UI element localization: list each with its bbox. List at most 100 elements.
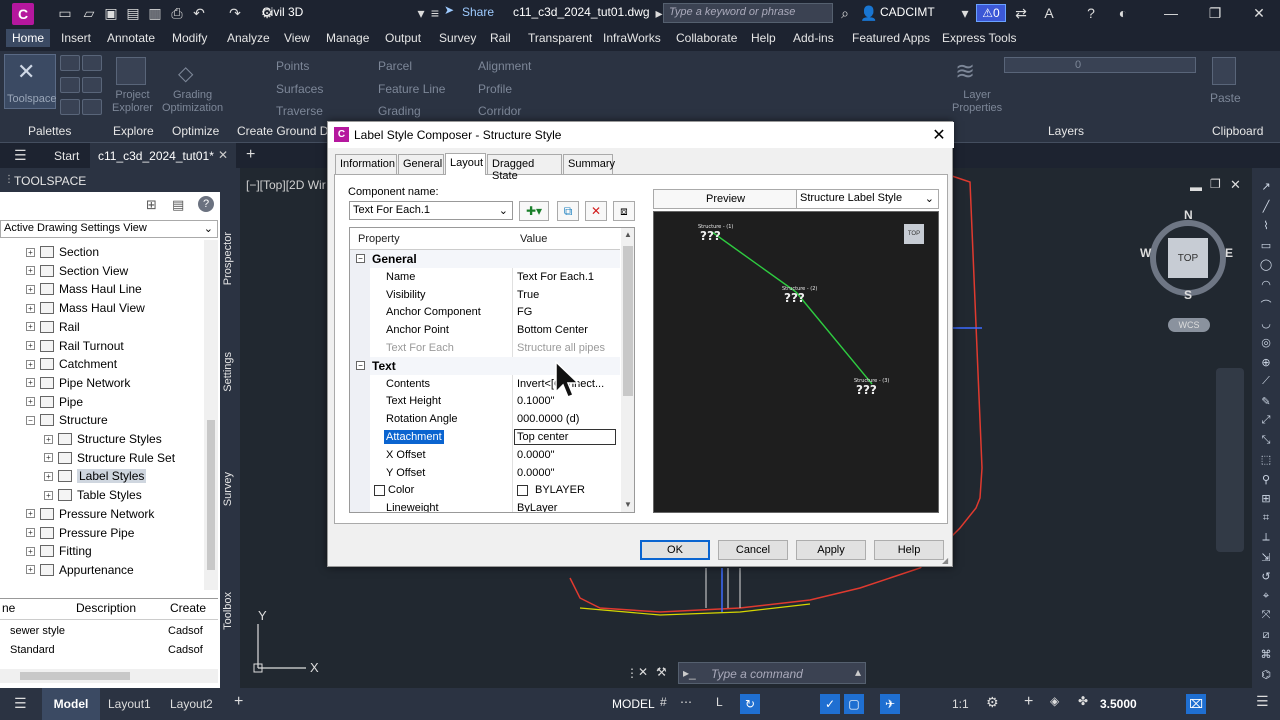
new-file-icon[interactable]: ▭ — [56, 4, 74, 22]
minimize-button[interactable]: — — [1156, 3, 1186, 23]
vtab-settings[interactable]: Settings — [222, 352, 234, 392]
copy-component-button[interactable]: ⧉ — [557, 201, 579, 221]
tree-scrollbar[interactable] — [204, 240, 218, 590]
draw-tool-icon[interactable]: ⤡ — [1258, 434, 1274, 448]
tree-item[interactable]: + Pipe — [26, 393, 83, 411]
app-logo[interactable]: C — [12, 3, 34, 25]
draw-tool-icon[interactable]: ⌇ — [1258, 219, 1274, 233]
property-category[interactable]: − General — [350, 250, 620, 268]
profile-menu[interactable]: Profile — [478, 82, 512, 96]
elevation-value[interactable]: 3.5000 — [1100, 697, 1137, 711]
property-column-header[interactable]: Property — [358, 233, 400, 245]
expand-icon[interactable]: + — [26, 341, 35, 350]
ok-button[interactable]: OK — [640, 540, 710, 560]
table-header-description[interactable]: Description — [76, 601, 136, 615]
navigation-bar[interactable] — [1216, 368, 1244, 552]
file-tab[interactable]: c11_c3d_2024_tut01* ✕ — [90, 143, 236, 168]
parcel-menu[interactable]: Parcel — [378, 59, 412, 73]
model-tab[interactable]: Model — [42, 688, 100, 720]
draw-tool-icon[interactable]: ⌗ — [1258, 512, 1274, 526]
draw-tool-icon[interactable]: ◎ — [1258, 336, 1274, 350]
clipboard-icon[interactable] — [1212, 57, 1236, 85]
tab-infraworks[interactable]: InfraWorks — [603, 31, 661, 45]
settings-icon[interactable] — [82, 55, 102, 71]
prospector-icon[interactable] — [60, 55, 80, 71]
scroll-thumb[interactable] — [20, 672, 130, 680]
draw-tool-icon[interactable]: ⧄ — [1258, 629, 1274, 643]
survey-icon[interactable] — [60, 77, 80, 93]
scroll-thumb[interactable] — [623, 246, 633, 396]
wrench-icon[interactable]: ⚒ — [656, 665, 667, 679]
delete-component-button[interactable]: ✕ — [585, 201, 607, 221]
compass-south[interactable]: S — [1184, 288, 1192, 302]
chevron-down-icon[interactable]: ▾ — [956, 4, 974, 22]
menu-icon[interactable]: ☰ — [14, 147, 27, 164]
customize-icon[interactable]: ☰ — [1256, 693, 1269, 710]
viewport-minimize-icon[interactable]: ▬ — [1190, 180, 1202, 194]
property-row[interactable]: Y Offset 0.0000" — [350, 463, 620, 482]
print-icon[interactable]: ⎙ — [168, 4, 186, 22]
layer-dropdown[interactable]: 0 — [1004, 57, 1196, 73]
table-header-created[interactable]: Create — [170, 601, 206, 615]
command-input[interactable]: ▸_ Type a command ▴ — [678, 662, 866, 684]
add-tab-icon[interactable]: + — [246, 146, 255, 164]
tree-item[interactable]: + Mass Haul Line — [26, 280, 142, 298]
help-icon[interactable]: ? — [198, 196, 214, 212]
maximize-button[interactable]: ❐ — [1200, 3, 1230, 23]
panel-icon[interactable] — [82, 99, 102, 115]
surfaces-menu[interactable]: Surfaces — [276, 82, 323, 96]
grip-icon[interactable]: ⋮ — [4, 174, 14, 185]
tree-item[interactable]: + Pipe Network — [26, 374, 130, 392]
tree-item[interactable]: + Structure Styles — [44, 430, 162, 448]
table-row-created[interactable]: Cadsof — [168, 644, 203, 656]
learning-icon[interactable]: ◐ — [1114, 4, 1132, 22]
draw-tool-icon[interactable]: ↗ — [1258, 180, 1274, 194]
property-value[interactable]: 0.0000" — [517, 449, 555, 461]
undo-icon[interactable]: ↶ — [190, 4, 208, 22]
viewcube[interactable]: TOP N S E W WCS — [1136, 208, 1244, 338]
draw-tool-icon[interactable]: ↺ — [1258, 570, 1274, 584]
compass-north[interactable]: N — [1184, 208, 1193, 222]
menu-icon[interactable]: ☰ — [14, 695, 27, 712]
layout2-tab[interactable]: Layout2 — [170, 697, 213, 711]
draw-tool-icon[interactable]: ▭ — [1258, 239, 1274, 253]
draw-tool-icon[interactable]: ⌘ — [1258, 648, 1274, 662]
property-row[interactable]: Visibility True — [350, 285, 620, 304]
table-hscrollbar[interactable] — [0, 669, 218, 683]
draw-tool-icon[interactable]: ◡ — [1258, 317, 1274, 331]
dialog-tab-general[interactable]: General — [398, 154, 444, 174]
expand-icon[interactable]: + — [26, 359, 35, 369]
tab-manage[interactable]: Manage — [326, 31, 369, 45]
property-scrollbar[interactable]: ▲ ▼ — [621, 228, 634, 512]
property-row[interactable]: Anchor Component FG — [350, 303, 620, 322]
layout1-tab[interactable]: Layout1 — [108, 697, 151, 711]
draw-tool-icon[interactable]: ⟋ — [1258, 375, 1274, 389]
tab-view[interactable]: View — [284, 31, 310, 45]
annotation-scale[interactable]: 1:1 — [952, 697, 969, 711]
vtab-toolbox[interactable]: Toolbox — [222, 592, 234, 630]
layers-icon[interactable]: ≋ — [955, 57, 989, 87]
draw-tool-icon[interactable]: ⌒ — [1258, 297, 1274, 312]
preview-viewcube[interactable]: TOP — [904, 224, 924, 244]
expand-icon[interactable]: + — [26, 565, 35, 575]
close-icon[interactable]: ✕ — [638, 665, 648, 679]
vtab-prospector[interactable]: Prospector — [222, 232, 234, 285]
preview-canvas[interactable]: Structure - (1) ??? Structure - (2) ??? … — [653, 211, 939, 513]
tree-item[interactable]: + Structure Rule Set — [44, 449, 175, 467]
points-menu[interactable]: Points — [276, 59, 309, 73]
preview-style-select[interactable]: Structure Label Style ⌄ — [796, 190, 938, 208]
project-explorer-label[interactable]: Project Explorer — [112, 89, 153, 115]
viewport-close-icon[interactable]: ✕ — [1230, 177, 1241, 193]
property-row[interactable]: Name Text For Each.1 — [350, 267, 620, 286]
customize-quickaccess-icon[interactable]: ≡ — [426, 4, 444, 22]
draw-tool-icon[interactable]: ⟂ — [1258, 531, 1274, 545]
table-row-name[interactable]: sewer style — [10, 625, 65, 637]
tree-item[interactable]: + Table Styles — [44, 486, 142, 504]
property-value[interactable]: Structure all pipes — [517, 342, 605, 354]
expand-icon[interactable]: + — [44, 490, 53, 500]
workspace-selector[interactable]: Civil 3D — [262, 5, 303, 19]
cart-icon[interactable]: ⇄ — [1012, 4, 1030, 22]
tab-annotate[interactable]: Annotate — [107, 31, 155, 45]
component-name-select[interactable]: Text For Each.1 ⌄ — [349, 201, 513, 220]
start-tab[interactable]: Start — [54, 149, 79, 163]
